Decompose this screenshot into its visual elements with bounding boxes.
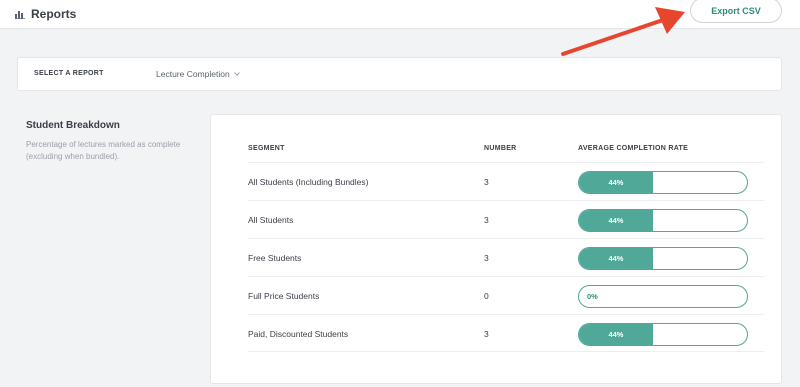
breakdown-table-card: SEGMENT NUMBER AVERAGE COMPLETION RATE A… [210, 114, 782, 384]
export-csv-button[interactable]: Export CSV [690, 0, 782, 23]
number-cell: 3 [484, 253, 489, 263]
number-cell: 3 [484, 215, 489, 225]
completion-rate-bar: 0% [578, 285, 748, 308]
segment-cell: Free Students [248, 253, 302, 263]
segment-cell: Paid, Discounted Students [248, 329, 349, 339]
report-dropdown-value: Lecture Completion [156, 69, 230, 79]
completion-rate-label: 44% [608, 330, 624, 339]
chevron-down-icon [233, 72, 240, 76]
column-header-completion-rate: AVERAGE COMPLETION RATE [578, 145, 689, 152]
section-description: Percentage of lectures marked as complet… [26, 140, 181, 161]
completion-rate-label: 44% [608, 178, 624, 187]
bar-chart-icon [15, 11, 25, 19]
report-dropdown[interactable]: Lecture Completion [156, 69, 240, 79]
table-row: All Students 3 44% [248, 200, 764, 238]
segment-cell: Full Price Students [248, 291, 320, 301]
breakdown-table-body: All Students (Including Bundles) 3 44% A… [248, 162, 764, 352]
completion-rate-label: 44% [608, 216, 624, 225]
header-title-group: Reports [15, 6, 76, 22]
table-row: Paid, Discounted Students 3 44% [248, 314, 764, 352]
completion-rate-label: 0% [587, 292, 598, 301]
report-selector-bar: SELECT A REPORT Lecture Completion [17, 57, 782, 91]
column-header-number: NUMBER [484, 145, 517, 152]
table-row: Full Price Students 0 0% [248, 276, 764, 314]
number-cell: 3 [484, 329, 489, 339]
completion-rate-label: 44% [608, 254, 624, 263]
segment-cell: All Students (Including Bundles) [248, 177, 369, 187]
number-cell: 0 [484, 291, 489, 301]
annotation-arrow-icon [561, 7, 685, 56]
page-title: Reports [31, 7, 77, 21]
number-cell: 3 [484, 177, 489, 187]
completion-rate-bar: 44% [578, 209, 748, 232]
completion-rate-bar: 44% [578, 323, 748, 346]
section-title: Student Breakdown [26, 120, 120, 131]
completion-rate-bar: 44% [578, 171, 748, 194]
completion-rate-bar: 44% [578, 247, 748, 270]
segment-cell: All Students [248, 215, 294, 225]
column-header-segment: SEGMENT [248, 145, 285, 152]
table-row: All Students (Including Bundles) 3 44% [248, 162, 764, 200]
table-row: Free Students 3 44% [248, 238, 764, 276]
select-report-label: SELECT A REPORT [34, 70, 104, 77]
